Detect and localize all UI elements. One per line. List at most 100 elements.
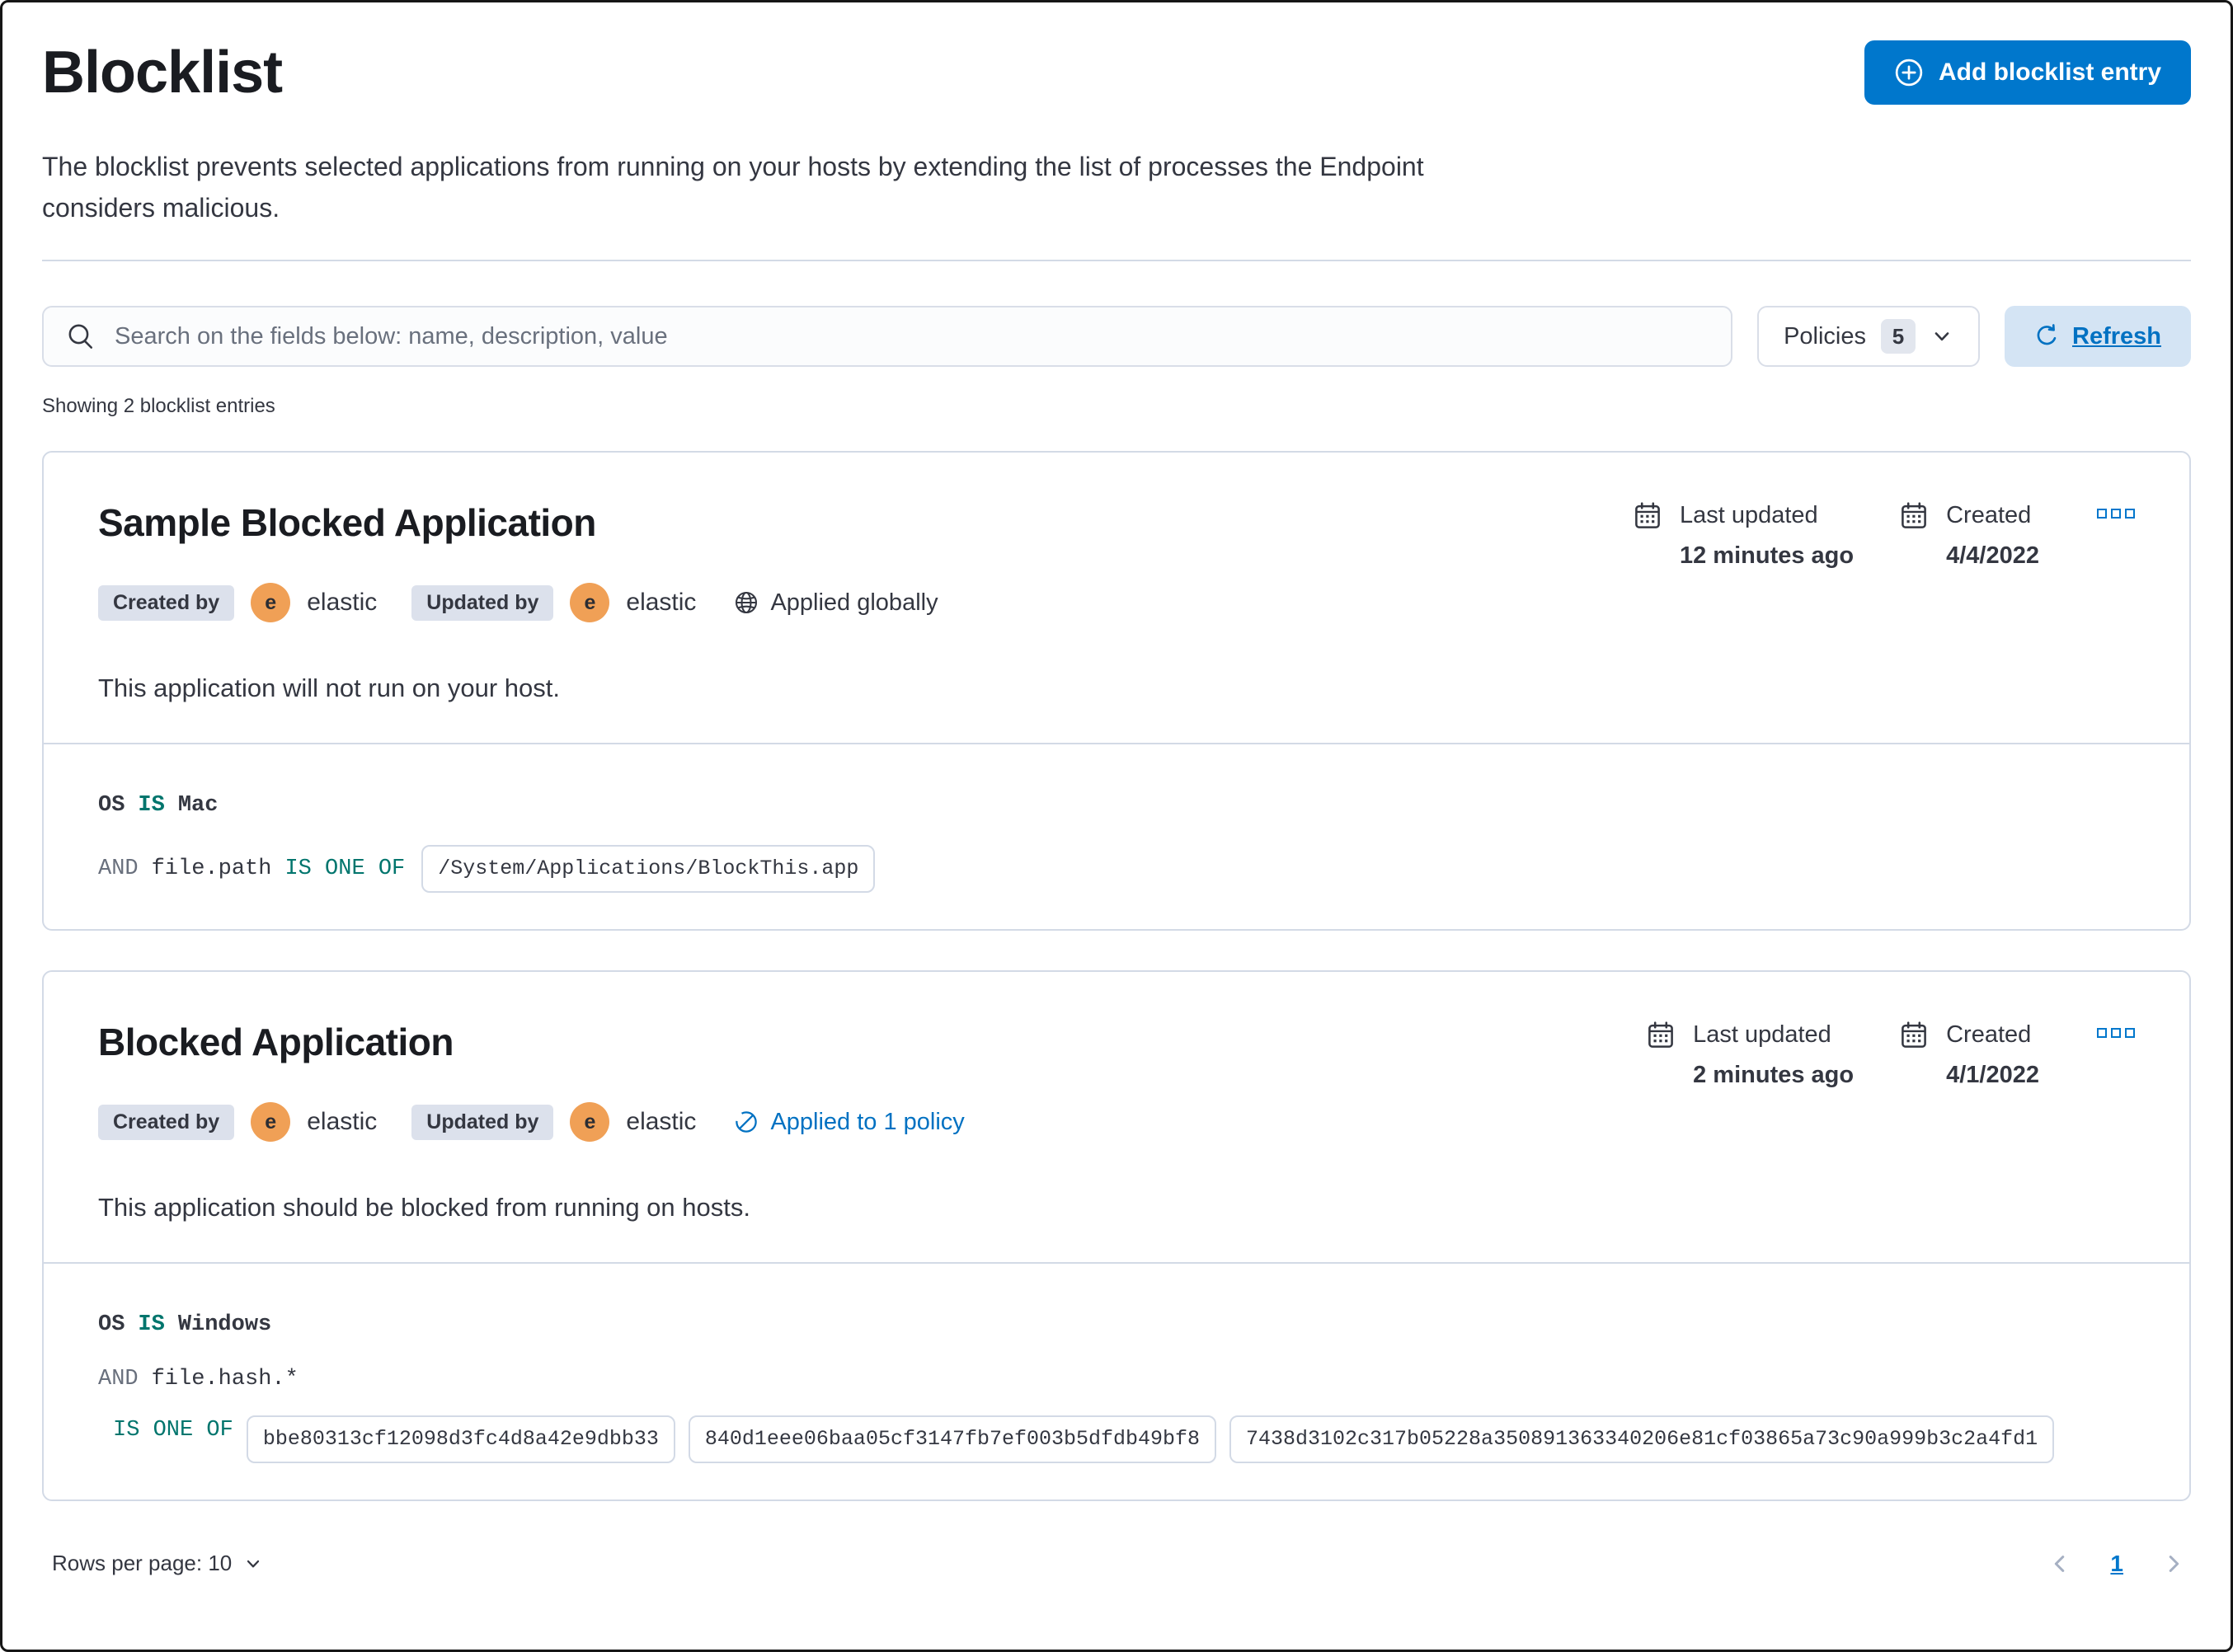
criteria-operator: IS ONE OF — [113, 1418, 233, 1443]
entry-criteria: OS IS Mac AND file.path IS ONE OF /Syste… — [44, 743, 2189, 929]
last-updated-meta: Last updated 12 minutes ago — [1634, 502, 1854, 570]
page-description: The blocklist prevents selected applicat… — [42, 152, 1424, 223]
last-updated-value: 2 minutes ago — [1693, 1062, 1855, 1088]
entry-title: Sample Blocked Application — [98, 501, 596, 544]
search-input[interactable] — [113, 321, 1709, 351]
entry-description: This application should be blocked from … — [98, 1193, 750, 1222]
chevron-left-icon — [2047, 1551, 2072, 1576]
created-by-user: elastic — [307, 1108, 378, 1135]
entry-meta: Last updated 12 minutes ago Created 4/4/… — [1634, 502, 2135, 570]
entry-actions-menu-button[interactable] — [2097, 1021, 2135, 1040]
updated-by-user: elastic — [626, 1108, 697, 1135]
updated-by-user: elastic — [626, 589, 697, 616]
created-value: 4/4/2022 — [1946, 542, 2039, 569]
applied-policy-label: Applied to 1 policy — [770, 1108, 965, 1135]
blocklist-entry-card-2: Blocked Application Created by e elastic… — [42, 970, 2191, 1501]
calendar-icon — [1900, 1021, 1928, 1049]
criteria-operator: IS ONE OF — [284, 857, 406, 881]
list-footer: Rows per page: 10 1 — [42, 1542, 2191, 1617]
created-value: 4/1/2022 — [1946, 1062, 2039, 1088]
entry-meta: Last updated 2 minutes ago Created 4/1/2… — [1647, 1021, 2135, 1089]
entry-card-header: Sample Blocked Application Created by e … — [44, 453, 2189, 743]
criteria-operator: IS — [138, 1312, 165, 1337]
criteria-value-box: 840d1eee06baa05cf3147fb7ef003b5dfdb49bf8 — [688, 1415, 1217, 1463]
criteria-field: file.hash.* — [151, 1367, 299, 1392]
boxes-horizontal-icon — [2097, 1026, 2135, 1040]
created-meta: Created 4/1/2022 — [1900, 1021, 2039, 1089]
entry-description: This application will not run on your ho… — [98, 673, 561, 702]
entry-criteria: OS IS Windows AND file.hash.* IS ONE OF … — [44, 1262, 2189, 1499]
rows-per-page-button[interactable]: Rows per page: 10 — [42, 1542, 273, 1584]
entry-card-header-left: Blocked Application Created by e elastic… — [98, 1016, 965, 1226]
calendar-icon — [1647, 1021, 1675, 1049]
refresh-icon — [2034, 324, 2059, 349]
search-icon — [67, 322, 95, 350]
applied-globally-label: Applied globally — [770, 589, 938, 616]
next-page-button[interactable] — [2156, 1546, 2191, 1581]
globe-icon — [734, 590, 759, 615]
created-by-avatar: e — [251, 583, 291, 622]
blocklist-page: Blocklist Add blocklist entry The blockl… — [2, 2, 2231, 1617]
refresh-button[interactable]: Refresh — [2005, 306, 2191, 367]
created-by-badge: Created by — [98, 584, 235, 621]
rows-per-page-label: Rows per page: 10 — [52, 1551, 233, 1575]
page-title: Blocklist — [42, 40, 283, 106]
created-label: Created — [1946, 1021, 2032, 1048]
criteria-condition-line: AND file.path IS ONE OF /System/Applicat… — [98, 845, 2135, 893]
criteria-field: file.path — [151, 857, 272, 881]
created-by-user: elastic — [307, 589, 378, 616]
pagination: 1 — [2043, 1546, 2191, 1581]
criteria-value-box: bbe80313cf12098d3fc4d8a42e9dbb33 — [246, 1415, 675, 1463]
applied-policy-link[interactable]: Applied to 1 policy — [734, 1108, 965, 1136]
refresh-label: Refresh — [2072, 322, 2161, 350]
chevron-down-icon — [1930, 325, 1953, 348]
applied-globally-indicator: Applied globally — [734, 589, 938, 617]
last-updated-label: Last updated — [1693, 1021, 1831, 1048]
add-blocklist-entry-button[interactable]: Add blocklist entry — [1864, 40, 2191, 105]
criteria-conjunction: AND — [98, 857, 139, 881]
header-divider — [42, 260, 2191, 261]
criteria-values-line: IS ONE OF bbe80313cf12098d3fc4d8a42e9dbb… — [113, 1415, 2135, 1463]
updated-by-avatar: e — [570, 583, 610, 622]
entry-actions-menu-button[interactable] — [2097, 502, 2135, 520]
plus-circle-icon — [1894, 58, 1924, 87]
updated-by-avatar: e — [570, 1102, 610, 1142]
criteria-value: Windows — [177, 1312, 272, 1337]
calendar-icon — [1634, 502, 1662, 530]
policies-count-badge: 5 — [1881, 319, 1916, 354]
criteria-value-box: 7438d3102c317b05228a350891363340206e81cf… — [1229, 1415, 2055, 1463]
previous-page-button[interactable] — [2043, 1546, 2077, 1581]
page-1-button[interactable]: 1 — [2102, 1547, 2132, 1580]
last-updated-label: Last updated — [1679, 502, 1818, 528]
chevron-down-icon — [243, 1554, 263, 1574]
blocklist-entry-card-1: Sample Blocked Application Created by e … — [42, 451, 2191, 931]
entry-card-header-left: Sample Blocked Application Created by e … — [98, 497, 938, 706]
criteria-field: OS — [98, 793, 125, 818]
page-header: Blocklist Add blocklist entry — [42, 37, 2191, 108]
criteria-value-box: /System/Applications/BlockThis.app — [421, 845, 876, 893]
criteria-os-line: OS IS Mac — [98, 791, 2135, 820]
chevron-right-icon — [2161, 1551, 2186, 1576]
criteria-conjunction: AND — [98, 1367, 139, 1392]
created-label: Created — [1946, 502, 2032, 528]
policies-filter-label: Policies — [1784, 322, 1866, 350]
search-box — [42, 306, 1733, 367]
created-by-avatar: e — [251, 1102, 291, 1142]
created-by-badge: Created by — [98, 1104, 235, 1140]
entry-title: Blocked Application — [98, 1021, 454, 1063]
policies-filter-button[interactable]: Policies 5 — [1757, 306, 1980, 367]
entry-subheader: Created by e elastic Updated by e elasti… — [98, 1102, 965, 1142]
entry-subheader: Created by e elastic Updated by e elasti… — [98, 583, 938, 622]
updated-by-badge: Updated by — [411, 584, 554, 621]
last-updated-meta: Last updated 2 minutes ago — [1647, 1021, 1854, 1089]
criteria-operator: IS — [138, 793, 165, 818]
calendar-icon — [1900, 502, 1928, 530]
boxes-horizontal-icon — [2097, 507, 2135, 520]
updated-by-badge: Updated by — [411, 1104, 554, 1140]
add-blocklist-entry-label: Add blocklist entry — [1938, 59, 2161, 86]
created-meta: Created 4/4/2022 — [1900, 502, 2039, 570]
results-count: Showing 2 blocklist entries — [42, 395, 275, 417]
partial-circle-icon — [734, 1110, 759, 1134]
criteria-condition-line: AND file.hash.* — [98, 1364, 2135, 1394]
criteria-field: OS — [98, 1312, 125, 1337]
